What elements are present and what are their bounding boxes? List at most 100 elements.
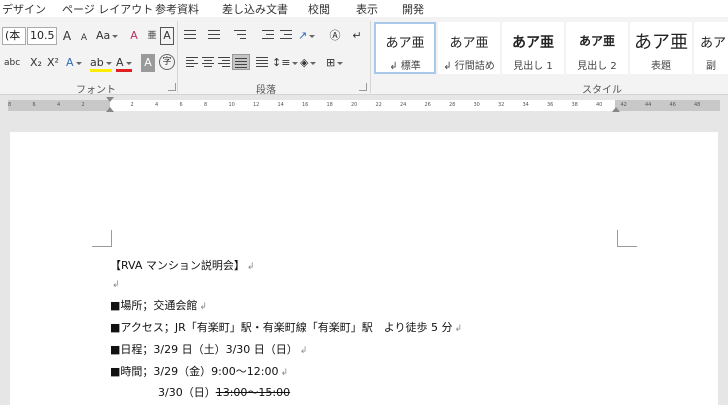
text-effect-button[interactable]: A bbox=[66, 54, 82, 72]
paragraph-group-label: 段落 bbox=[256, 85, 276, 96]
shading-icon[interactable]: ◈ bbox=[300, 54, 316, 72]
horizontal-ruler[interactable]: 8 6 4 2 2 4 6 8 10 12 14 16 18 20 22 24 26 28 30 32 34 36 38 40… bbox=[0, 97, 728, 113]
tab-page-layout[interactable]: ページ レイアウト bbox=[62, 1, 153, 17]
ruler-text-area bbox=[110, 100, 615, 111]
style-normal[interactable]: あア亜 ↲ 標準 bbox=[374, 22, 436, 74]
text-direction-icon[interactable]: ↗ bbox=[298, 27, 315, 45]
deleted-text: 13:00～15:00 bbox=[215, 386, 291, 399]
char-border-button[interactable]: A bbox=[160, 27, 174, 45]
style-no-spacing[interactable]: あア亜 ↲ 行間詰め bbox=[438, 22, 500, 74]
style-title[interactable]: あア亜 表題 bbox=[630, 22, 692, 74]
bullets-icon[interactable] bbox=[182, 28, 198, 42]
style-sample: あア亜 bbox=[512, 35, 554, 51]
styles-gallery: あア亜 ↲ 標準 あア亜 ↲ 行間詰め あア亜 見出し 1 あア亜 見出し 2 … bbox=[372, 22, 728, 74]
ruler-tick: 20 bbox=[351, 102, 358, 108]
ruler-tick: 14 bbox=[277, 102, 284, 108]
crop-mark-top-left bbox=[92, 230, 112, 247]
ruler-tick: 28 bbox=[449, 102, 456, 108]
paragraph-dialog-launcher[interactable] bbox=[359, 83, 367, 91]
change-case-button[interactable]: Aa bbox=[96, 27, 118, 45]
group-separator bbox=[177, 21, 178, 93]
font-size-box[interactable]: 10.5 bbox=[27, 27, 57, 45]
style-heading-1[interactable]: あア亜 見出し 1 bbox=[502, 22, 564, 74]
ruler-tick: 30 bbox=[473, 102, 480, 108]
style-sample: あア bbox=[700, 36, 727, 51]
style-name: 副 bbox=[706, 61, 716, 72]
line-spacing-icon[interactable]: ↕≡ bbox=[272, 54, 298, 72]
style-sample: あア亜 bbox=[578, 34, 615, 48]
clear-format-button[interactable]: A bbox=[127, 27, 141, 45]
font-group-label: フォント bbox=[76, 85, 116, 96]
align-center-icon[interactable] bbox=[200, 55, 216, 69]
doc-line-location: ■場所；交通会館 ↲ bbox=[110, 299, 207, 312]
ruler-tick: 44 bbox=[645, 102, 652, 108]
tab-mailings[interactable]: 差し込み文書 bbox=[222, 1, 288, 17]
ruler-tick: 8 bbox=[8, 102, 12, 108]
asian-layout-icon[interactable]: Ⓐ bbox=[328, 27, 342, 45]
shrink-font-button[interactable]: A bbox=[77, 29, 91, 47]
ruby-button[interactable]: 亜 bbox=[145, 27, 159, 45]
superscript-button[interactable]: X² bbox=[46, 54, 60, 72]
style-name: 見出し 2 bbox=[577, 61, 617, 72]
ruler-tick: 8 bbox=[204, 102, 208, 108]
increase-indent-icon[interactable] bbox=[278, 28, 294, 42]
tab-developer[interactable]: 開発 bbox=[402, 1, 424, 17]
doc-line-access: ■アクセス；JR「有楽町」駅・有楽町線「有楽町」駅 より徒歩 5 分 ↲ bbox=[110, 321, 463, 334]
font-name-box[interactable]: (本 bbox=[2, 27, 26, 45]
ruler-tick: 32 bbox=[498, 102, 505, 108]
crop-mark-top-right bbox=[617, 230, 637, 247]
ruler-tick: 6 bbox=[179, 102, 183, 108]
ruler-tick: 40 bbox=[596, 102, 603, 108]
numbering-icon[interactable] bbox=[206, 28, 222, 42]
ruler-tick: 42 bbox=[620, 102, 627, 108]
ruler-tick: 12 bbox=[253, 102, 260, 108]
align-right-icon[interactable] bbox=[216, 55, 232, 69]
ruler-tick: 26 bbox=[424, 102, 431, 108]
enclose-char-button[interactable]: 字 bbox=[159, 54, 175, 70]
tab-review[interactable]: 校閲 bbox=[308, 1, 330, 17]
font-color-button[interactable]: A bbox=[116, 54, 132, 72]
ruler-tick: 38 bbox=[571, 102, 578, 108]
ruler-tick: 18 bbox=[326, 102, 333, 108]
font-dialog-launcher[interactable] bbox=[168, 83, 176, 91]
ruler-tick: 34 bbox=[522, 102, 529, 108]
char-shading-button[interactable]: A bbox=[141, 54, 155, 72]
paragraph-mark-icon[interactable]: ↵ bbox=[350, 27, 364, 45]
grow-font-button[interactable]: A bbox=[60, 27, 74, 45]
tab-design[interactable]: デザイン bbox=[2, 1, 46, 17]
ruler-tick: 10 bbox=[228, 102, 235, 108]
ruler-tick: 6 bbox=[32, 102, 36, 108]
strikethrough-button[interactable]: abc bbox=[4, 54, 20, 72]
ruler-tick: 2 bbox=[130, 102, 134, 108]
doc-line-time: ■時間；3/29（金）9:00～12:00 ↲ bbox=[110, 365, 289, 378]
borders-icon[interactable]: ⊞ bbox=[326, 54, 343, 72]
highlight-button[interactable]: ab bbox=[90, 54, 112, 72]
align-left-icon[interactable] bbox=[184, 55, 200, 69]
group-separator bbox=[370, 21, 371, 93]
ruler-tick: 36 bbox=[547, 102, 554, 108]
multilevel-list-icon[interactable] bbox=[232, 28, 248, 42]
ruler-tick: 16 bbox=[302, 102, 309, 108]
ruler-tick: 48 bbox=[694, 102, 701, 108]
distribute-icon[interactable] bbox=[254, 55, 270, 69]
style-name: ↲ 標準 bbox=[389, 61, 421, 72]
style-heading-2[interactable]: あア亜 見出し 2 bbox=[566, 22, 628, 74]
style-sample: あア亜 bbox=[385, 36, 425, 51]
justify-icon[interactable] bbox=[232, 54, 250, 70]
document-page[interactable]: 【RVA マンション説明会】 ↲ ↲ ■場所；交通会館 ↲ ■アクセス；JR「有楽町… bbox=[10, 132, 718, 405]
hanging-indent-marker[interactable] bbox=[106, 107, 114, 112]
ruler-tick: 4 bbox=[57, 102, 61, 108]
right-indent-marker[interactable] bbox=[612, 107, 620, 112]
tab-view[interactable]: 表示 bbox=[356, 1, 378, 17]
subscript-button[interactable]: X₂ bbox=[29, 54, 43, 72]
ruler-tick: 4 bbox=[155, 102, 159, 108]
doc-line-time-2: 3/30（日）13:00～15:00 bbox=[158, 386, 291, 399]
ruler-tick: 22 bbox=[375, 102, 382, 108]
first-line-indent-marker[interactable] bbox=[106, 97, 114, 102]
style-subtitle[interactable]: あア 副 bbox=[694, 22, 728, 74]
doc-line-dates: ■日程；3/29 日（土）3/30 日（日） ↲ bbox=[110, 343, 308, 356]
doc-blank-line: ↲ bbox=[112, 280, 120, 290]
doc-title: 【RVA マンション説明会】 ↲ bbox=[110, 259, 255, 272]
tab-references[interactable]: 参考資料 bbox=[155, 1, 199, 17]
decrease-indent-icon[interactable] bbox=[260, 28, 276, 42]
